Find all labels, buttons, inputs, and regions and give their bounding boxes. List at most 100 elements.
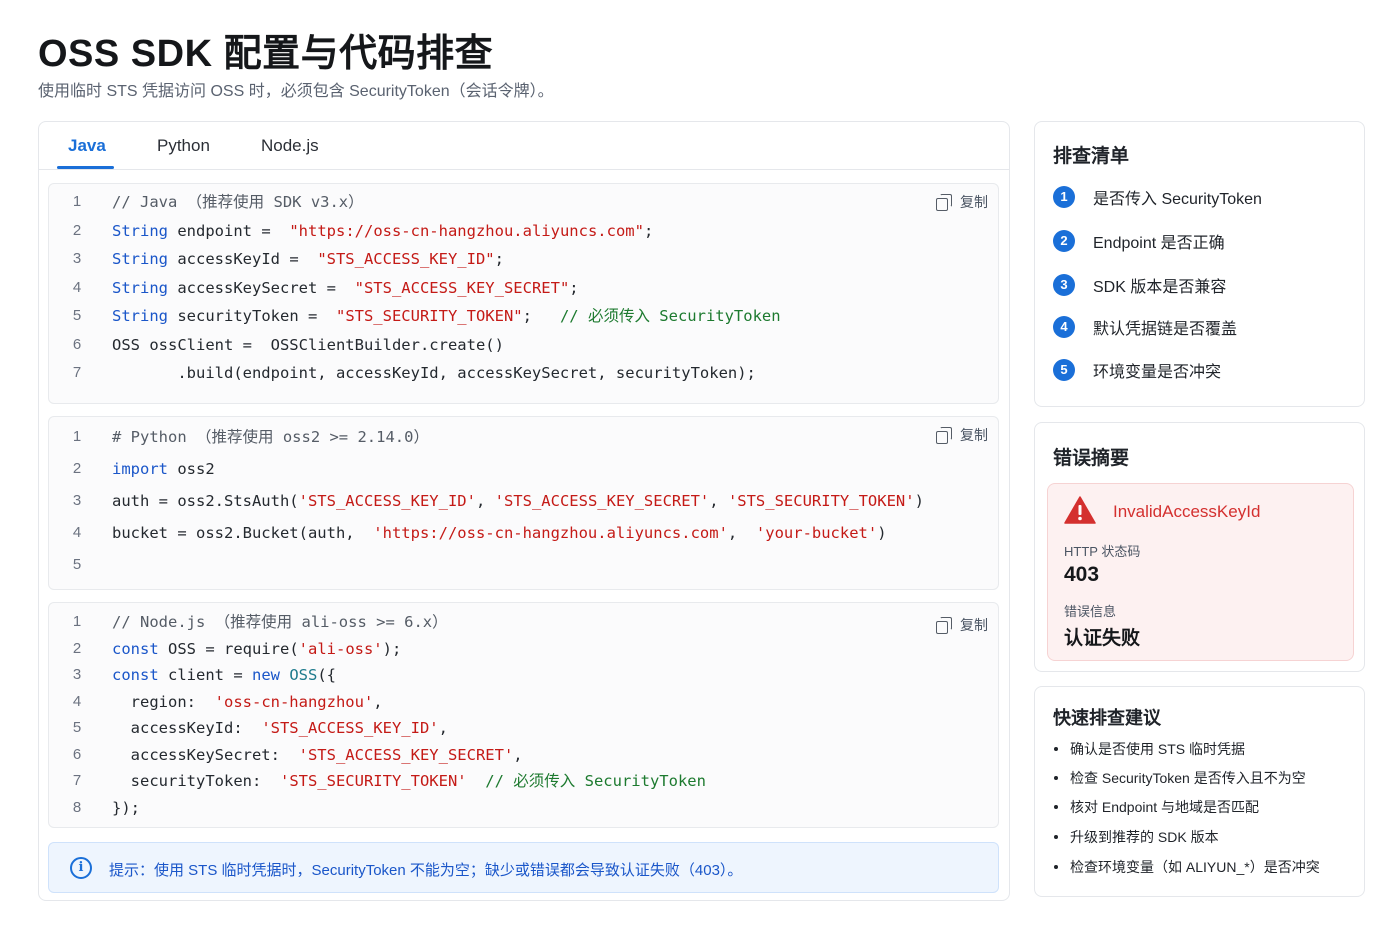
code-text: // Java （推荐使用 SDK v3.x） (112, 190, 364, 214)
code-token: OSS (289, 666, 318, 684)
line-number: 5 (72, 556, 82, 573)
code-token: ) (877, 524, 887, 542)
code-token: // Node.js （推荐使用 ali-oss >= 6.x） (112, 613, 448, 631)
code-line: 7 .build(endpoint, accessKeyId, accessKe… (49, 361, 998, 385)
code-token: securityToken: (112, 772, 280, 790)
code-text: accessKeyId: 'STS_ACCESS_KEY_ID', (112, 716, 448, 740)
code-line: 6 OSS ossClient = OSSClientBuilder.create… (49, 333, 998, 357)
code-line: 4 String accessKeySecret = "STS_ACCESS_KE… (49, 276, 998, 300)
code-token: 'STS_ACCESS_KEY_SECRET' (298, 745, 514, 764)
page-title: OSS SDK 配置与代码排查 (38, 33, 494, 75)
code-token: // 必须传入 SecurityToken (485, 772, 706, 790)
checklist-item: 4 默认凭据链是否覆盖 (1053, 315, 1237, 339)
line-number: 7 (72, 772, 82, 789)
code-token: ; (494, 250, 504, 268)
quick-tips-title: 快速排查建议 (1053, 708, 1161, 728)
code-token: "STS_SECURITY_TOKEN" (335, 307, 523, 325)
line-number: 8 (72, 798, 82, 816)
code-line: 7 securityToken: 'STS_SECURITY_TOKEN' //… (49, 769, 998, 793)
code-token: ); (382, 639, 402, 658)
code-token: // Java （推荐使用 SDK v3.x） (112, 193, 364, 211)
code-token: "STS_ACCESS_KEY_SECRET" (354, 278, 570, 297)
code-text: import oss2 (112, 457, 215, 481)
tip-text: 升级到推荐的 SDK 版本 (1070, 829, 1219, 845)
line-number: 1 (72, 193, 82, 210)
line-number: 6 (72, 745, 82, 763)
tip-item: 检查 SecurityToken 是否传入且不为空 (1053, 768, 1306, 788)
line-number: 4 (72, 278, 82, 296)
code-token: 'STS_ACCESS_KEY_ID' (261, 719, 439, 737)
tip-text: 检查环境变量（如 ALIYUN_*）是否冲突 (1070, 859, 1320, 875)
code-line: 5 (49, 553, 998, 577)
code-text: region: 'oss-cn-hangzhou', (112, 690, 383, 714)
line-number: 5 (72, 719, 82, 736)
code-token: 'STS_SECURITY_TOKEN' (727, 492, 915, 510)
number-badge: 4 (1053, 316, 1075, 338)
code-text: String accessKeySecret = "STS_ACCESS_KEY… (112, 276, 579, 300)
code-line: 5 accessKeyId: 'STS_ACCESS_KEY_ID', (49, 716, 998, 740)
language-tabs: Java Python Node.js (39, 122, 1009, 170)
code-token: .build(endpoint, accessKeyId, accessKeyS… (112, 364, 756, 382)
code-token: String (112, 307, 168, 325)
code-text: bucket = oss2.Bucket(auth, 'https://oss-… (112, 521, 887, 545)
code-token: accessKeySecret = (168, 278, 355, 297)
error-summary-title: 错误摘要 (1053, 448, 1130, 469)
code-text: }); (112, 796, 140, 820)
code-token: 'https://oss-cn-hangzhou.aliyuncs.com' (373, 524, 728, 542)
code-token: // 必须传入 SecurityToken (559, 307, 781, 325)
code-token: ({ (317, 666, 337, 684)
line-number: 4 (72, 524, 82, 541)
page-subtitle: 使用临时 STS 凭据访问 OSS 时，必须包含 SecurityToken（会… (38, 83, 554, 100)
line-number: 2 (72, 221, 82, 239)
error-box: InvalidAccessKeyId HTTP 状态码 403 错误信息 认证失… (1047, 483, 1354, 661)
error-summary-card: 错误摘要 InvalidAccessKeyId HTTP 状态码 403 错误信… (1034, 422, 1365, 672)
code-text: auth = oss2.StsAuth('STS_ACCESS_KEY_ID',… (112, 489, 924, 513)
code-token: 'STS_ACCESS_KEY_SECRET' (494, 492, 710, 510)
code-text: String securityToken = "STS_SECURITY_TOK… (112, 304, 781, 328)
checklist-item-label: 默认凭据链是否覆盖 (1093, 321, 1238, 338)
code-line: 3 auth = oss2.StsAuth('STS_ACCESS_KEY_ID'… (49, 489, 998, 513)
tip-text: 确认是否使用 STS 临时凭据 (1070, 741, 1246, 757)
tab-java[interactable]: Java (68, 136, 106, 156)
tip-text: 核对 Endpoint 与地域是否匹配 (1070, 799, 1260, 815)
line-number: 3 (72, 250, 82, 267)
code-text: # Python （推荐使用 oss2 >= 2.14.0） (112, 425, 429, 449)
status-code-label: HTTP 状态码 (1064, 544, 1141, 559)
code-line: 1 // Java （推荐使用 SDK v3.x） (49, 190, 998, 214)
code-line: 3 String accessKeyId = "STS_ACCESS_KEY_ID… (49, 247, 998, 271)
tab-python[interactable]: Python (157, 136, 210, 156)
line-number: 3 (72, 666, 82, 683)
code-text: accessKeySecret: 'STS_ACCESS_KEY_SECRET'… (112, 743, 523, 767)
code-line: 2 String endpoint = "https://oss-cn-hangz… (49, 219, 998, 243)
code-line: 6 accessKeySecret: 'STS_ACCESS_KEY_SECRE… (49, 743, 998, 767)
code-line: 2 const OSS = require('ali-oss'); (49, 637, 998, 661)
line-number: 4 (72, 692, 82, 710)
checklist-item-label: SDK 版本是否兼容 (1093, 279, 1227, 296)
line-number: 1 (72, 428, 82, 445)
code-block-nodejs: 复制 1// Node.js （推荐使用 ali-oss >= 6.x） 2 con… (48, 602, 999, 828)
active-tab-indicator (57, 166, 114, 169)
code-token: endpoint = (168, 221, 290, 240)
tab-nodejs[interactable]: Node.js (261, 136, 319, 156)
code-token: OSS = require( (158, 639, 299, 658)
line-number: 7 (72, 364, 82, 381)
code-token: , (438, 719, 448, 737)
code-text: const client = new OSS({ (112, 663, 336, 687)
code-token: , (513, 745, 523, 764)
code-token: 'STS_SECURITY_TOKEN' (279, 772, 467, 790)
code-line: 8}); (49, 796, 998, 820)
code-token: String (112, 250, 168, 268)
warning-icon (1064, 496, 1096, 524)
checklist-item: 3 SDK 版本是否兼容 (1053, 273, 1226, 297)
code-token: , (727, 524, 756, 542)
code-token: , (373, 692, 383, 711)
code-token: client = (158, 666, 252, 684)
checklist-item-label: Endpoint 是否正确 (1093, 235, 1225, 252)
code-token: new (252, 666, 280, 684)
code-token: accessKeyId: (112, 719, 262, 737)
code-line: 3 const client = new OSS({ (49, 663, 998, 687)
code-token: ) (914, 492, 924, 510)
code-token: region: (112, 692, 215, 711)
code-token: }); (112, 798, 140, 817)
